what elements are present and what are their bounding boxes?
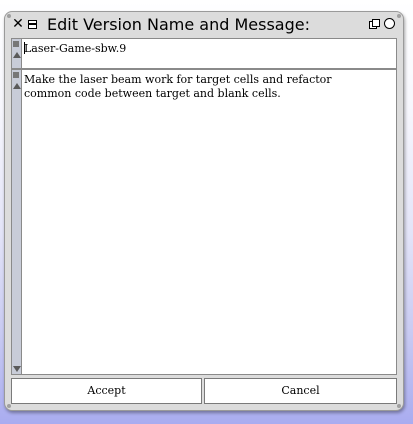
- message-scrollbar[interactable]: [12, 70, 22, 374]
- resize-grip-top-left[interactable]: [7, 14, 11, 18]
- version-message-field[interactable]: Make the laser beam work for target cell…: [11, 69, 397, 375]
- button-bar: Accept Cancel: [11, 378, 397, 404]
- collapse-icon[interactable]: [369, 19, 380, 29]
- version-name-value: Laser-Game-sbw.9: [24, 42, 127, 55]
- expand-icon[interactable]: [384, 18, 395, 29]
- accept-button[interactable]: Accept: [11, 378, 202, 404]
- resize-grip-bottom-left[interactable]: [7, 404, 11, 408]
- version-name-text[interactable]: Laser-Game-sbw.9: [24, 42, 390, 56]
- scroll-up-arrow-icon[interactable]: [12, 52, 21, 58]
- resize-grip-top-right[interactable]: [397, 14, 401, 18]
- close-icon[interactable]: ✕: [11, 16, 25, 32]
- version-name-scrollbar[interactable]: [12, 39, 22, 68]
- dialog-title: Edit Version Name and Message:: [47, 15, 310, 34]
- window-menu-icon[interactable]: [28, 20, 37, 29]
- cancel-button[interactable]: Cancel: [204, 378, 397, 404]
- resize-grip-bottom-right[interactable]: [397, 404, 401, 408]
- title-bar[interactable]: ✕ Edit Version Name and Message:: [5, 12, 403, 38]
- scroll-down-arrow-icon[interactable]: [12, 366, 21, 372]
- version-name-field[interactable]: Laser-Game-sbw.9: [11, 38, 397, 69]
- edit-version-dialog: ✕ Edit Version Name and Message: Laser-G…: [4, 11, 404, 411]
- scroll-thumb-icon[interactable]: [13, 72, 19, 78]
- scroll-thumb-icon[interactable]: [13, 41, 19, 47]
- message-text[interactable]: Make the laser beam work for target cell…: [24, 73, 390, 101]
- scroll-up-arrow-icon[interactable]: [12, 83, 21, 89]
